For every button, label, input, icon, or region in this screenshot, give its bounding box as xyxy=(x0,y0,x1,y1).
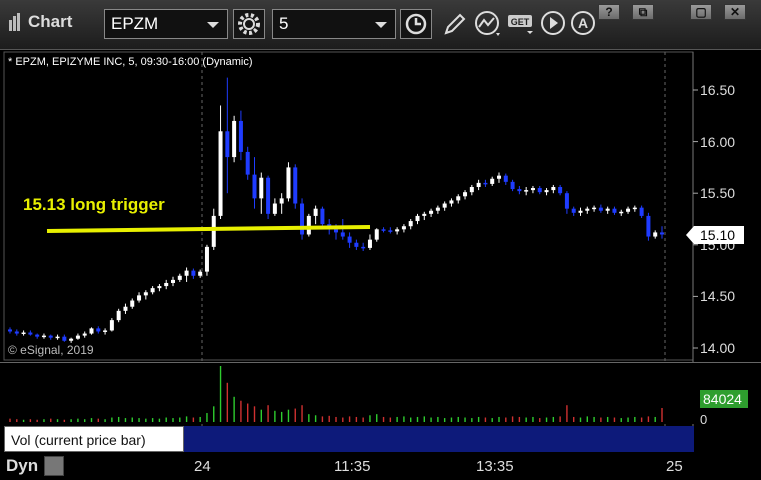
x-tick-label: 24 xyxy=(194,458,211,475)
volume-study-label[interactable]: Vol (current price bar) xyxy=(4,426,184,452)
lock-icon[interactable] xyxy=(44,456,64,476)
time-axis xyxy=(0,452,761,480)
volume-zero-label: 0 xyxy=(700,412,708,427)
dynamic-mode-label[interactable]: Dyn xyxy=(6,456,38,476)
study-strip xyxy=(184,426,694,452)
volume-chart xyxy=(9,366,663,422)
x-tick-label: 25 xyxy=(666,458,683,475)
close-study-icon[interactable]: x xyxy=(171,425,177,439)
last-volume-tag: 84024 xyxy=(700,390,748,408)
x-tick-label: 13:35 xyxy=(476,458,514,475)
x-tick-label: 11:35 xyxy=(334,458,371,475)
